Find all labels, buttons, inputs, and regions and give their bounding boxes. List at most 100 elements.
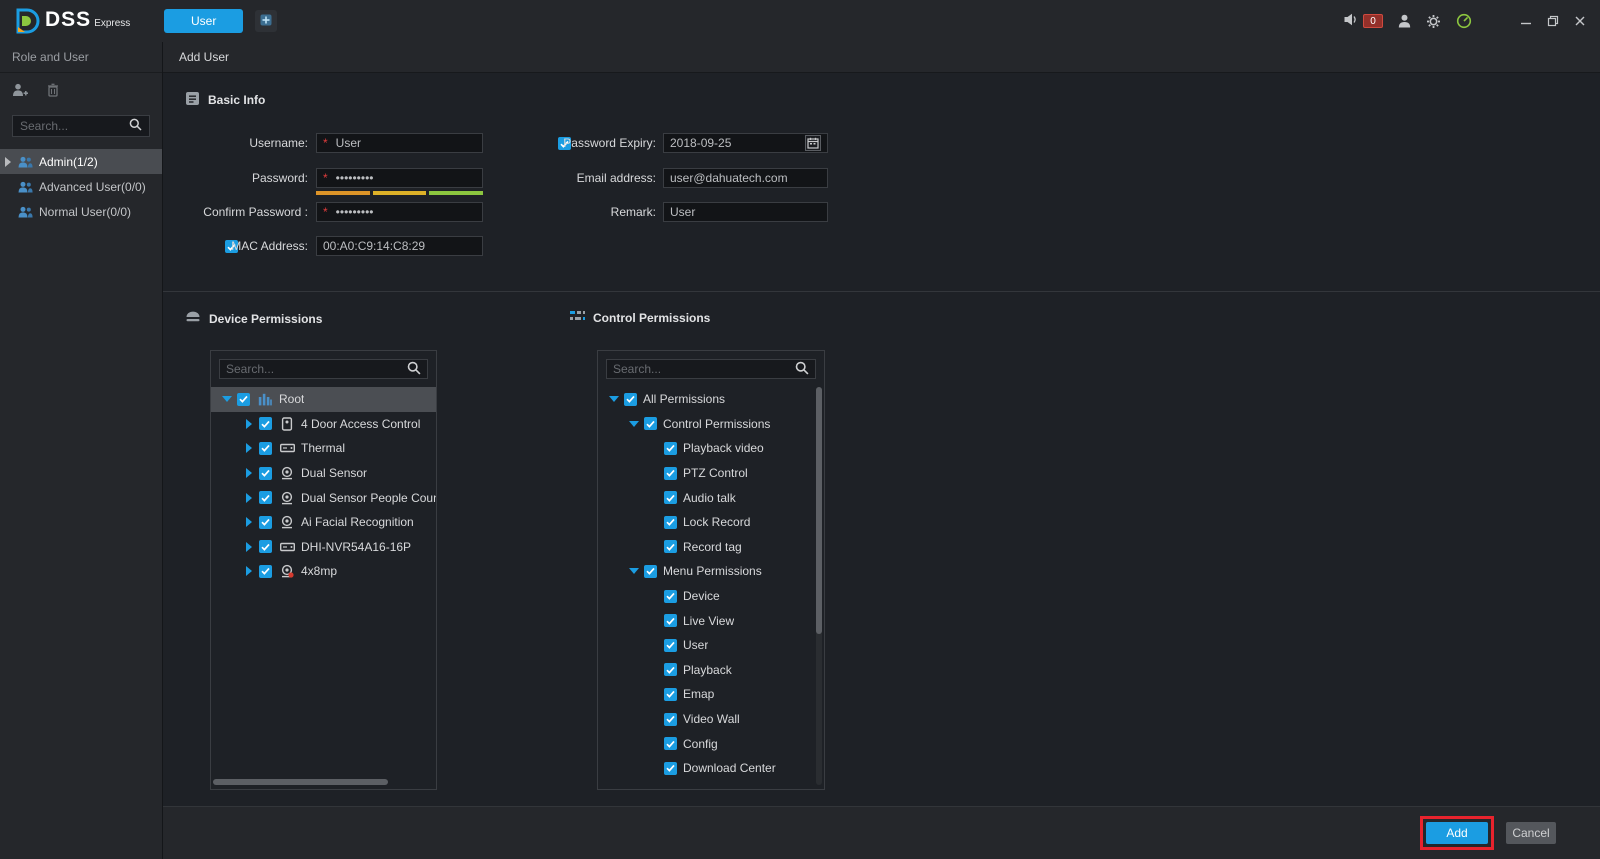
scrollbar-thumb[interactable] xyxy=(213,779,388,785)
control-tree-item[interactable]: Record tag xyxy=(598,535,824,560)
username-label: Username: xyxy=(163,133,308,153)
role-tree-item[interactable]: Admin(1/2) xyxy=(0,149,162,174)
device-tree-item[interactable]: DHI-NVR54A16-16P xyxy=(211,535,436,560)
expand-arrow-icon[interactable] xyxy=(624,421,644,427)
checkbox-checked[interactable] xyxy=(237,393,250,406)
device-tree-item[interactable]: 4x8mp xyxy=(211,559,436,584)
tree-node-label: Download Center xyxy=(683,761,776,775)
checkbox-checked[interactable] xyxy=(664,713,677,726)
control-search-input[interactable] xyxy=(613,362,795,376)
control-tree-item[interactable]: Emap xyxy=(598,682,824,707)
tab-user[interactable]: User xyxy=(164,9,243,33)
add-button[interactable]: Add xyxy=(1426,822,1488,844)
tree-node-label: Audio talk xyxy=(683,491,736,505)
new-tab-button[interactable] xyxy=(255,10,277,32)
username-value: User xyxy=(336,136,361,150)
remark-input[interactable]: User xyxy=(663,202,828,222)
expand-arrow-icon[interactable] xyxy=(239,443,259,453)
checkbox-checked[interactable] xyxy=(259,516,272,529)
checkbox-checked[interactable] xyxy=(664,467,677,480)
control-permissions-title: Control Permissions xyxy=(593,311,710,325)
device-tree-item[interactable]: 4 Door Access Control xyxy=(211,412,436,437)
checkbox-checked[interactable] xyxy=(664,540,677,553)
expand-arrow-icon[interactable] xyxy=(0,157,16,167)
password-input[interactable]: * ••••••••• xyxy=(316,168,483,188)
control-tree-item[interactable]: Control Permissions xyxy=(598,412,824,437)
control-tree-item[interactable]: Playback video xyxy=(598,436,824,461)
expand-arrow-icon[interactable] xyxy=(239,566,259,576)
mac-address-input[interactable]: 00:A0:C9:14:C8:29 xyxy=(316,236,483,256)
expand-arrow-icon[interactable] xyxy=(217,396,237,402)
checkbox-checked[interactable] xyxy=(259,540,272,553)
expand-arrow-icon[interactable] xyxy=(239,468,259,478)
control-tree-item[interactable]: Lock Record xyxy=(598,510,824,535)
checkbox-checked[interactable] xyxy=(664,614,677,627)
checkbox-checked[interactable] xyxy=(664,639,677,652)
control-tree-item[interactable]: Download Center xyxy=(598,756,824,781)
expand-arrow-icon[interactable] xyxy=(239,493,259,503)
user-account-icon[interactable] xyxy=(1398,14,1411,28)
role-tree-item[interactable]: Advanced User(0/0) xyxy=(0,174,162,199)
calendar-icon[interactable] xyxy=(805,135,821,151)
vertical-scrollbar[interactable] xyxy=(816,387,822,785)
speaker-icon xyxy=(1344,13,1359,29)
expand-arrow-icon[interactable] xyxy=(239,517,259,527)
control-tree-item[interactable]: Video Wall xyxy=(598,707,824,732)
device-tree-item[interactable]: Thermal xyxy=(211,436,436,461)
username-input[interactable]: * User xyxy=(316,133,483,153)
expand-arrow-icon[interactable] xyxy=(624,568,644,574)
close-button[interactable] xyxy=(1574,15,1586,27)
password-expiry-input[interactable]: 2018-09-25 xyxy=(663,133,828,153)
device-tree-item[interactable]: Root xyxy=(211,387,436,412)
horizontal-scrollbar[interactable] xyxy=(213,779,424,785)
alarm-center-button[interactable]: 0 xyxy=(1344,13,1383,29)
minimize-button[interactable] xyxy=(1520,15,1532,27)
checkbox-checked[interactable] xyxy=(644,565,657,578)
expand-arrow-icon[interactable] xyxy=(604,396,624,402)
sidebar-search-input[interactable] xyxy=(20,119,129,133)
checkbox-checked[interactable] xyxy=(259,467,272,480)
cancel-button[interactable]: Cancel xyxy=(1506,822,1556,844)
checkbox-checked[interactable] xyxy=(664,762,677,775)
control-tree-item[interactable]: Audio talk xyxy=(598,485,824,510)
device-tree-item[interactable]: Ai Facial Recognition xyxy=(211,510,436,535)
checkbox-checked[interactable] xyxy=(664,516,677,529)
settings-gear-icon[interactable] xyxy=(1426,14,1441,29)
control-tree-item[interactable]: Live View xyxy=(598,608,824,633)
checkbox-checked[interactable] xyxy=(664,663,677,676)
expand-arrow-icon[interactable] xyxy=(239,419,259,429)
checkbox-checked[interactable] xyxy=(259,442,272,455)
control-tree-item[interactable]: Config xyxy=(598,731,824,756)
checkbox-checked[interactable] xyxy=(624,393,637,406)
device-tree-item[interactable]: Dual Sensor xyxy=(211,461,436,486)
control-tree-item[interactable]: Menu Permissions xyxy=(598,559,824,584)
email-label: Email address: xyxy=(516,168,656,188)
control-tree-item[interactable]: All Permissions xyxy=(598,387,824,412)
control-tree-item[interactable]: Device xyxy=(598,584,824,609)
checkbox-checked[interactable] xyxy=(664,688,677,701)
control-tree-item[interactable]: Playback xyxy=(598,658,824,683)
device-tree-item[interactable]: Dual Sensor People Counting xyxy=(211,485,436,510)
expand-arrow-icon[interactable] xyxy=(239,542,259,552)
confirm-password-input[interactable]: * ••••••••• xyxy=(316,202,483,222)
control-tree-item[interactable]: PTZ Control xyxy=(598,461,824,486)
checkbox-checked[interactable] xyxy=(664,590,677,603)
tree-node-label: Video Wall xyxy=(683,712,740,726)
email-input[interactable]: user@dahuatech.com xyxy=(663,168,828,188)
system-health-icon[interactable] xyxy=(1456,13,1472,29)
role-tree-item[interactable]: Normal User(0/0) xyxy=(0,199,162,224)
scrollbar-thumb[interactable] xyxy=(816,387,822,634)
checkbox-checked[interactable] xyxy=(664,491,677,504)
checkbox-checked[interactable] xyxy=(664,442,677,455)
checkbox-checked[interactable] xyxy=(644,417,657,430)
device-search-input[interactable] xyxy=(226,362,407,376)
search-icon xyxy=(407,361,421,378)
restore-button[interactable] xyxy=(1547,15,1559,27)
checkbox-checked[interactable] xyxy=(259,565,272,578)
checkbox-checked[interactable] xyxy=(259,417,272,430)
checkbox-checked[interactable] xyxy=(259,491,272,504)
add-role-user-icon[interactable] xyxy=(12,83,29,100)
control-tree-item[interactable]: User xyxy=(598,633,824,658)
delete-trash-icon[interactable] xyxy=(47,83,59,100)
checkbox-checked[interactable] xyxy=(664,737,677,750)
